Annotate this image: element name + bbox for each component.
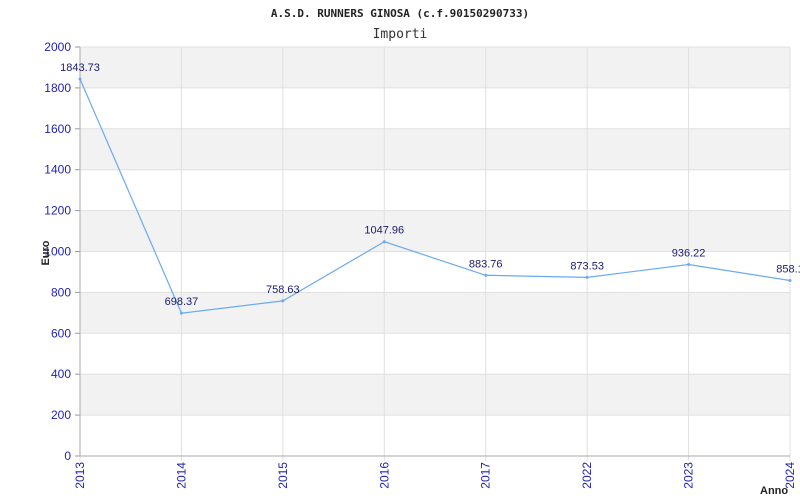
background-band: [80, 47, 790, 88]
x-tick-label: 2015: [276, 462, 290, 489]
data-label: 758.63: [266, 284, 300, 296]
data-point: [179, 311, 183, 315]
data-point: [687, 263, 691, 267]
chart-container: 1843.73 698.37 758.63 1047.96 883.76 873.53 93…: [0, 0, 800, 500]
background-band: [80, 128, 790, 170]
x-tick-label: 2022: [580, 462, 594, 489]
x-tick-label: 2013: [73, 462, 87, 489]
series-line: [79, 78, 791, 314]
y-tick-label: 1400: [44, 163, 71, 177]
y-tick-label: 200: [51, 408, 71, 422]
plot-background-bands: [80, 47, 790, 416]
y-tick-label: 400: [51, 367, 71, 381]
y-tick-label: 1800: [44, 81, 71, 95]
series-line-group: [78, 77, 792, 315]
background-band: [80, 374, 790, 416]
data-point: [382, 240, 386, 244]
data-label: 1047.96: [364, 225, 404, 237]
data-label: 883.76: [469, 258, 503, 270]
x-tick-label: 2016: [377, 462, 391, 489]
line-chart: 1843.73 698.37 758.63 1047.96 883.76 873.53 93…: [40, 7, 800, 497]
y-tick-label: 600: [51, 326, 71, 340]
chart-subtitle: Importi: [373, 27, 428, 42]
x-tick-label: 2017: [479, 462, 493, 489]
y-axis-label: Euro: [40, 240, 52, 265]
chart-title: A.S.D. RUNNERS GINOSA (c.f.90150290733): [271, 7, 529, 20]
data-point: [281, 299, 285, 303]
data-point: [585, 275, 589, 279]
y-tick-label: 1600: [44, 122, 71, 136]
y-tick-label: 2000: [44, 40, 71, 54]
data-label: 936.22: [672, 248, 706, 260]
data-label: 858.1: [776, 264, 800, 276]
data-label: 698.37: [165, 296, 199, 308]
x-tick-label: 2023: [682, 462, 696, 489]
data-label: 873.53: [570, 260, 604, 272]
y-tick-label: 800: [51, 285, 71, 299]
x-axis-label: Anno: [760, 485, 788, 497]
data-point: [78, 77, 82, 81]
background-band: [80, 210, 790, 252]
y-tick-label: 1200: [44, 204, 71, 218]
y-tick-label: 0: [64, 449, 71, 463]
data-label: 1843.73: [60, 62, 100, 74]
data-point: [484, 273, 488, 277]
x-tick-label: 2014: [174, 462, 188, 489]
x-tick-labels: 2013 2014 2015 2016 2017 2022 2023 2024: [73, 462, 797, 489]
data-point: [788, 279, 792, 283]
